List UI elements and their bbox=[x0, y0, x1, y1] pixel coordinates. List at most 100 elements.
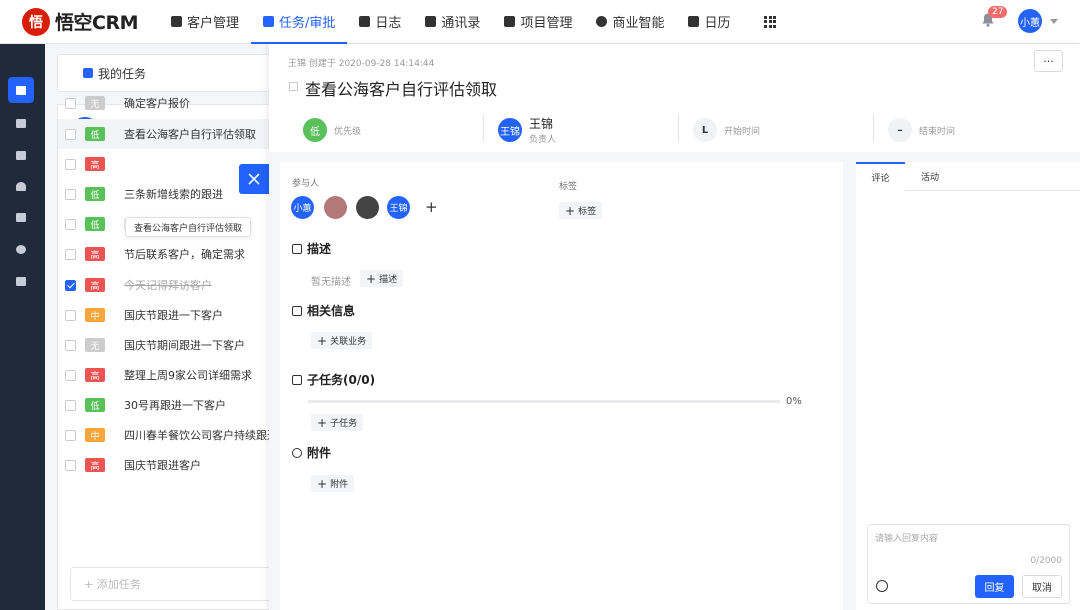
briefcase-icon bbox=[263, 16, 275, 27]
reply-button[interactable]: 回复 bbox=[975, 575, 1014, 598]
top-navbar: 悟 悟空CRM 客户管理 任务/审批 日志 通讯录 项目管理 商业智能 日历 2… bbox=[0, 0, 1080, 44]
logo[interactable]: 悟 悟空CRM bbox=[22, 7, 140, 36]
task-checkbox[interactable] bbox=[65, 128, 76, 140]
more-button[interactable]: ··· bbox=[1034, 50, 1063, 72]
add-participant-icon[interactable]: + bbox=[425, 198, 438, 216]
owner-field[interactable]: 王锦 王锦 负责人 bbox=[498, 108, 556, 152]
calendar-icon bbox=[688, 16, 700, 27]
task-checkbox[interactable] bbox=[65, 279, 76, 291]
priority-badge: 无 bbox=[85, 338, 105, 352]
nav-bi[interactable]: 商业智能 bbox=[584, 0, 676, 44]
participant-avatar[interactable] bbox=[324, 196, 347, 219]
nav-contacts[interactable]: 通讯录 bbox=[413, 0, 492, 44]
nav-tasks[interactable]: 任务/审批 bbox=[251, 0, 348, 44]
priority-field[interactable]: 低 优先级 bbox=[303, 108, 361, 152]
empty-description: 暂无描述 bbox=[311, 277, 351, 288]
user-avatar[interactable]: 小蕙 bbox=[1018, 9, 1042, 33]
notification-badge: 27 bbox=[988, 6, 1008, 18]
cancel-button[interactable]: 取消 bbox=[1022, 575, 1062, 598]
subtask-progress-bar bbox=[308, 400, 780, 403]
add-subtask-button[interactable]: + 子任务 bbox=[311, 414, 364, 431]
nav-projects[interactable]: 项目管理 bbox=[492, 0, 584, 44]
title-checkbox[interactable] bbox=[289, 82, 298, 91]
list-item[interactable]: 高 整理上周9家公司详细需求 bbox=[58, 360, 278, 390]
add-description-button[interactable]: + 描述 bbox=[360, 270, 404, 287]
participant-avatar[interactable]: 王锦 bbox=[387, 196, 410, 219]
close-detail-button[interactable] bbox=[239, 164, 269, 194]
participant-avatar[interactable] bbox=[356, 196, 379, 219]
start-time-field[interactable]: L 开始时间 bbox=[693, 108, 760, 152]
edit-icon bbox=[292, 243, 302, 254]
nav-calendar[interactable]: 日历 bbox=[676, 0, 742, 44]
tab-comments[interactable]: 评论 bbox=[856, 162, 905, 190]
priority-badge: 低 bbox=[85, 217, 105, 231]
task-title: 确定客户报价 bbox=[124, 97, 190, 110]
end-time-field[interactable]: – 结束时间 bbox=[888, 108, 955, 152]
owner-name: 王锦 bbox=[529, 117, 554, 131]
task-checkbox[interactable] bbox=[65, 339, 76, 351]
grid-icon bbox=[764, 15, 777, 28]
priority-badge: 高 bbox=[85, 157, 105, 171]
list-item[interactable]: 高 今天记得拜访客户 bbox=[58, 270, 278, 300]
description-section: 描述 bbox=[292, 240, 331, 257]
task-checkbox[interactable] bbox=[65, 399, 76, 411]
monkey-logo-icon: 悟 bbox=[22, 7, 50, 36]
char-counter: 0/2000 bbox=[1030, 556, 1062, 566]
list-item[interactable]: 高 国庆节跟进客户 bbox=[58, 450, 278, 480]
task-checkbox[interactable] bbox=[65, 97, 76, 109]
task-checkbox[interactable] bbox=[65, 309, 76, 321]
nav-logs[interactable]: 日志 bbox=[347, 0, 413, 44]
task-list-panel: 我的任务 小蕙 无确定客户报价低查看公海客户自行评估领取高低三条新增线索的跟进低… bbox=[57, 54, 280, 610]
project-icon bbox=[504, 16, 516, 27]
reply-input[interactable]: 请输入回复内容 0/2000 回复 取消 bbox=[867, 524, 1070, 604]
bi-icon bbox=[596, 16, 608, 27]
logo-text: 悟空CRM bbox=[55, 12, 138, 34]
close-icon bbox=[248, 173, 260, 185]
sidebar-task-icon[interactable] bbox=[8, 77, 34, 103]
end-time-icon: – bbox=[888, 118, 912, 142]
customer-icon bbox=[171, 16, 182, 27]
list-item[interactable]: 中 国庆节跟进一下客户 bbox=[58, 300, 278, 330]
sidebar-user-icon[interactable] bbox=[8, 173, 34, 199]
apps-grid-button[interactable] bbox=[742, 0, 788, 44]
task-title: 整理上周9家公司详细需求 bbox=[124, 369, 252, 382]
list-item[interactable]: 低 30号再跟进一下客户 bbox=[58, 390, 278, 420]
add-tag-button[interactable]: + 标签 bbox=[559, 202, 603, 219]
task-title[interactable]: 查看公海客户自行评估领取 bbox=[305, 76, 497, 100]
tab-activity[interactable]: 活动 bbox=[905, 162, 955, 190]
nav-customers[interactable]: 客户管理 bbox=[159, 0, 251, 44]
task-title: 查看公海客户自行评估领取 bbox=[124, 128, 256, 141]
sidebar-approval-icon[interactable] bbox=[8, 142, 34, 168]
my-tasks-tab[interactable]: 我的任务 bbox=[57, 54, 277, 92]
emoji-icon[interactable] bbox=[876, 580, 888, 592]
task-checkbox[interactable] bbox=[65, 459, 76, 471]
link-business-button[interactable]: + 关联业务 bbox=[311, 332, 373, 349]
task-icon bbox=[83, 68, 93, 78]
list-item[interactable]: 高 节后联系客户，确定需求 bbox=[58, 239, 278, 269]
list-item[interactable]: 中 四川春羊餐饮公司客户持续跟进 bbox=[58, 420, 278, 450]
sidebar-money-bag-icon[interactable] bbox=[8, 236, 34, 262]
chevron-down-icon[interactable] bbox=[1050, 19, 1058, 24]
list-item[interactable]: 无 确定客户报价 bbox=[58, 88, 278, 118]
task-checkbox[interactable] bbox=[65, 188, 76, 200]
add-attachment-button[interactable]: + 附件 bbox=[311, 475, 355, 492]
participant-avatar[interactable]: 小蕙 bbox=[291, 196, 314, 219]
left-sidebar bbox=[0, 44, 45, 610]
sidebar-report-icon[interactable] bbox=[8, 204, 34, 230]
sidebar-archive-icon[interactable] bbox=[8, 268, 34, 294]
task-title: 国庆节跟进一下客户 bbox=[124, 309, 223, 322]
sidebar-layers-icon[interactable] bbox=[8, 110, 34, 136]
task-checkbox[interactable] bbox=[65, 248, 76, 260]
list-item[interactable]: 低 查看公海客户自行评估领取 bbox=[58, 119, 278, 149]
priority-badge: 低 bbox=[303, 118, 327, 142]
task-checkbox[interactable] bbox=[65, 218, 76, 230]
list-item[interactable]: 无 国庆节期间跟进一下客户 bbox=[58, 330, 278, 360]
task-checkbox[interactable] bbox=[65, 369, 76, 381]
task-checkbox[interactable] bbox=[65, 158, 76, 170]
priority-badge: 低 bbox=[85, 398, 105, 412]
priority-badge: 高 bbox=[85, 368, 105, 382]
task-checkbox[interactable] bbox=[65, 429, 76, 441]
add-task-input[interactable]: + 添加任务 bbox=[70, 567, 280, 601]
subtask-icon bbox=[292, 374, 302, 385]
log-icon bbox=[359, 16, 371, 27]
